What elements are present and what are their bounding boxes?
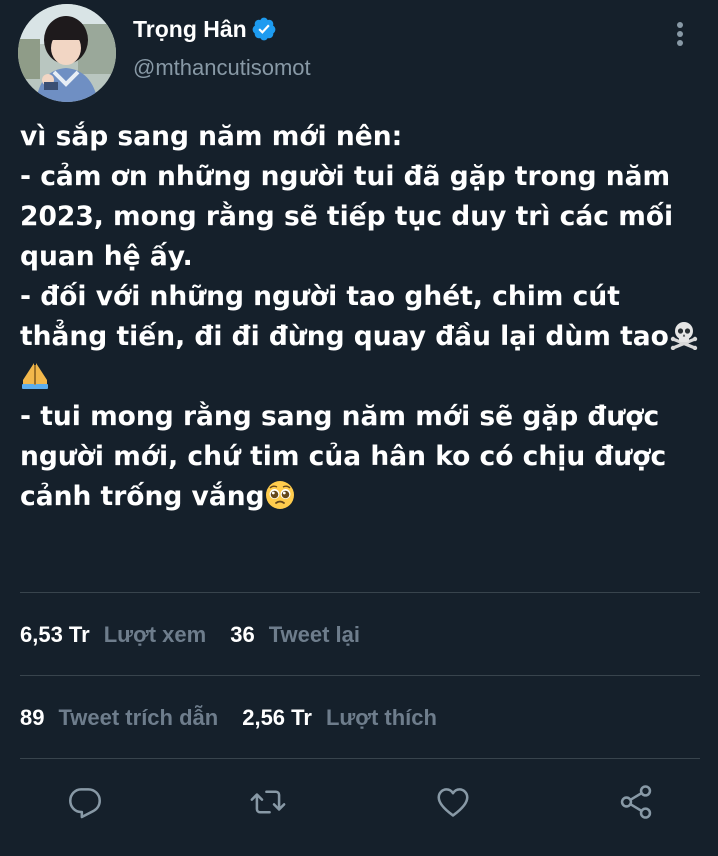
quotes-stat[interactable]: 89 Tweet trích dẫn	[20, 705, 218, 731]
quotes-count: 89	[20, 705, 45, 730]
like-icon	[437, 788, 469, 817]
share-button[interactable]	[617, 783, 655, 821]
retweets-label: Tweet lại	[268, 622, 360, 647]
likes-count: 2,56 Tr	[242, 705, 312, 730]
retweets-count: 36	[230, 622, 255, 647]
avatar-image	[18, 4, 116, 102]
tweet-line: - cảm ơn những người tui đã gặp trong nă…	[20, 161, 671, 192]
tweet-line: thẳng tiến, đi đi đừng quay đầu lại dùm …	[20, 321, 669, 352]
verified-badge-icon	[251, 16, 277, 42]
retweets-stat[interactable]: 36 Tweet lại	[230, 622, 360, 648]
views-stat[interactable]: 6,53 Tr Lượt xem	[20, 622, 206, 648]
pleading-face-icon	[265, 480, 295, 510]
share-icon	[620, 785, 652, 819]
retweet-icon	[250, 790, 286, 814]
tweet-line: - tui mong rằng sang năm mới sẽ gặp được	[20, 401, 660, 432]
likes-label: Lượt thích	[325, 705, 437, 730]
tweet-line: - đối với những người tao ghét, chim cút	[20, 281, 620, 312]
skull-crossbones-icon	[669, 320, 699, 351]
divider-top	[20, 592, 700, 593]
stats-row-views-retweets: 6,53 Tr Lượt xem 36 Tweet lại	[20, 620, 360, 650]
reply-button[interactable]	[66, 783, 104, 821]
tweet-text: vì sắp sang năm mới nên: - cảm ơn những …	[20, 117, 700, 517]
more-options-icon[interactable]	[668, 20, 692, 48]
stats-row-quotes-likes: 89 Tweet trích dẫn 2,56 Tr Lượt thích	[20, 703, 437, 733]
author-handle[interactable]: @mthancutisomot	[133, 55, 311, 81]
likes-stat[interactable]: 2,56 Tr Lượt thích	[242, 705, 437, 731]
like-button[interactable]	[434, 783, 472, 821]
divider-middle	[20, 675, 700, 676]
retweet-button[interactable]	[249, 783, 287, 821]
tweet-line: cảnh trống vắng	[20, 481, 265, 512]
quotes-label: Tweet trích dẫn	[58, 705, 219, 730]
avatar[interactable]	[18, 4, 116, 102]
tweet-line: quan hệ ấy.	[20, 241, 193, 272]
author-name-row[interactable]: Trọng Hân	[133, 13, 277, 45]
reply-icon	[69, 788, 101, 819]
tweet-line: 2023, mong rằng sẽ tiếp tục duy trì các …	[20, 201, 674, 232]
views-label: Lượt xem	[103, 622, 207, 647]
divider-bottom	[20, 758, 700, 759]
tweet-line: vì sắp sang năm mới nên:	[20, 121, 403, 152]
views-count: 6,53 Tr	[20, 622, 90, 647]
tweet-line: người mới, chứ tim của hân ko có chịu đư…	[20, 441, 667, 472]
display-name[interactable]: Trọng Hân	[133, 16, 247, 43]
folded-hands-icon	[20, 360, 50, 390]
